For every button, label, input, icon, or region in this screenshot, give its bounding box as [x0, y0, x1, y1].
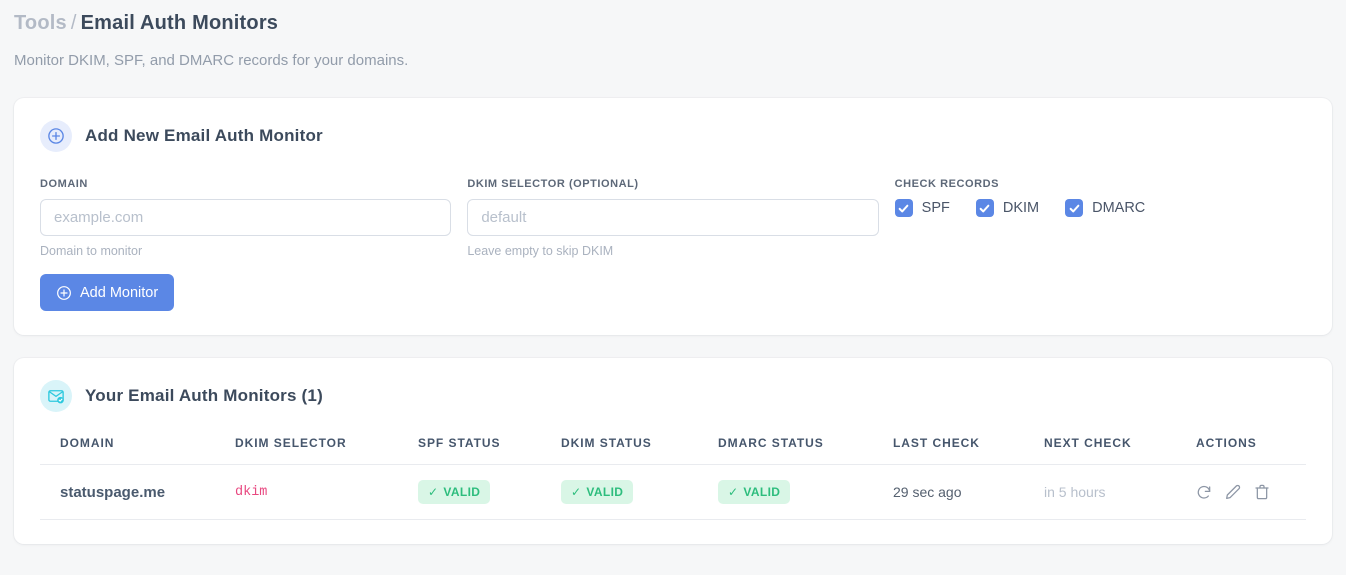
dmarc-status-badge: ✓ VALID [718, 480, 791, 504]
breadcrumb-separator: / [70, 12, 77, 34]
add-monitor-card: Add New Email Auth Monitor DOMAIN Domain… [14, 98, 1332, 335]
check-icon: ✓ [428, 485, 439, 499]
check-records-options: SPF DKIM DMARC [894, 199, 1306, 217]
column-header-dkim-status: DKIM STATUS [561, 432, 718, 465]
column-header-spf-status: SPF STATUS [418, 432, 561, 465]
check-records-label: CHECK RECORDS [894, 178, 999, 190]
column-header-last-check: LAST CHECK [893, 432, 1044, 465]
column-header-next-check: NEXT CHECK [1044, 432, 1196, 465]
column-header-dmarc-status: DMARC STATUS [718, 432, 893, 465]
page-title: Email Auth Monitors [80, 12, 279, 34]
check-icon: ✓ [728, 485, 739, 499]
check-records-group: CHECK RECORDS SPF DKIM DMARC [894, 178, 1306, 258]
monitor-last-check: 29 sec ago [893, 464, 1044, 520]
dmarc-checkbox-box[interactable] [1065, 199, 1084, 217]
add-monitor-card-header: Add New Email Auth Monitor [40, 120, 1306, 152]
monitor-row: statuspage.me dkim ✓ VALID ✓ VALID ✓ VAL… [40, 464, 1306, 520]
dmarc-status-text: VALID [743, 485, 781, 499]
dmarc-checkbox-label: DMARC [1092, 200, 1146, 216]
dkim-status-badge: ✓ VALID [561, 480, 634, 504]
trash-icon[interactable] [1254, 484, 1270, 500]
breadcrumb: Tools / Email Auth Monitors [14, 12, 1332, 35]
spf-status-badge: ✓ VALID [418, 480, 491, 504]
add-monitor-button-label: Add Monitor [80, 284, 159, 301]
column-header-actions: ACTIONS [1196, 432, 1306, 465]
monitors-list-card: Your Email Auth Monitors (1) DOMAIN DKIM… [14, 358, 1332, 544]
check-icon: ✓ [571, 485, 582, 499]
spf-checkbox-label: SPF [921, 200, 950, 216]
monitors-table-header-row: DOMAIN DKIM SELECTOR SPF STATUS DKIM STA… [40, 432, 1306, 465]
spf-checkbox[interactable]: SPF [894, 199, 950, 217]
dkim-selector-field-group: DKIM SELECTOR (OPTIONAL) Leave empty to … [467, 178, 879, 258]
dkim-status-text: VALID [586, 485, 624, 499]
plus-circle-icon [40, 120, 72, 152]
dkim-checkbox[interactable]: DKIM [975, 199, 1040, 217]
monitor-dkim-selector: dkim [235, 464, 418, 520]
plus-circle-icon [56, 285, 72, 301]
add-monitor-button[interactable]: Add Monitor [40, 274, 175, 311]
domain-field-label: DOMAIN [40, 178, 88, 190]
monitor-actions [1196, 484, 1298, 500]
breadcrumb-tools-link[interactable]: Tools [14, 12, 67, 34]
edit-pencil-icon[interactable] [1225, 484, 1241, 500]
dkim-checkbox-label: DKIM [1002, 200, 1040, 216]
monitors-list-card-title: Your Email Auth Monitors (1) [85, 386, 323, 405]
add-monitor-card-title: Add New Email Auth Monitor [85, 126, 323, 145]
dkim-selector-input[interactable] [467, 199, 879, 236]
dkim-selector-field-hint: Leave empty to skip DKIM [467, 244, 614, 258]
mail-check-icon [40, 380, 72, 412]
dmarc-checkbox[interactable]: DMARC [1065, 199, 1145, 217]
domain-field-group: DOMAIN Domain to monitor [40, 178, 452, 258]
add-monitor-form: DOMAIN Domain to monitor DKIM SELECTOR (… [40, 178, 1306, 258]
column-header-domain: DOMAIN [40, 432, 235, 465]
column-header-dkim-selector: DKIM SELECTOR [235, 432, 418, 465]
monitors-list-card-header: Your Email Auth Monitors (1) [40, 380, 1306, 412]
page-subtitle: Monitor DKIM, SPF, and DMARC records for… [14, 52, 409, 69]
dkim-selector-field-label: DKIM SELECTOR (OPTIONAL) [467, 178, 639, 190]
monitor-domain: statuspage.me [40, 464, 235, 520]
monitor-next-check: in 5 hours [1044, 464, 1196, 520]
domain-input[interactable] [40, 199, 452, 236]
dkim-checkbox-box[interactable] [975, 199, 994, 217]
domain-field-hint: Domain to monitor [40, 244, 143, 258]
email-auth-monitors-page: Tools / Email Auth Monitors Monitor DKIM, … [0, 0, 1346, 544]
refresh-icon[interactable] [1196, 484, 1212, 500]
spf-checkbox-box[interactable] [894, 199, 913, 217]
spf-status-text: VALID [443, 485, 481, 499]
monitors-table: DOMAIN DKIM SELECTOR SPF STATUS DKIM STA… [40, 432, 1306, 520]
